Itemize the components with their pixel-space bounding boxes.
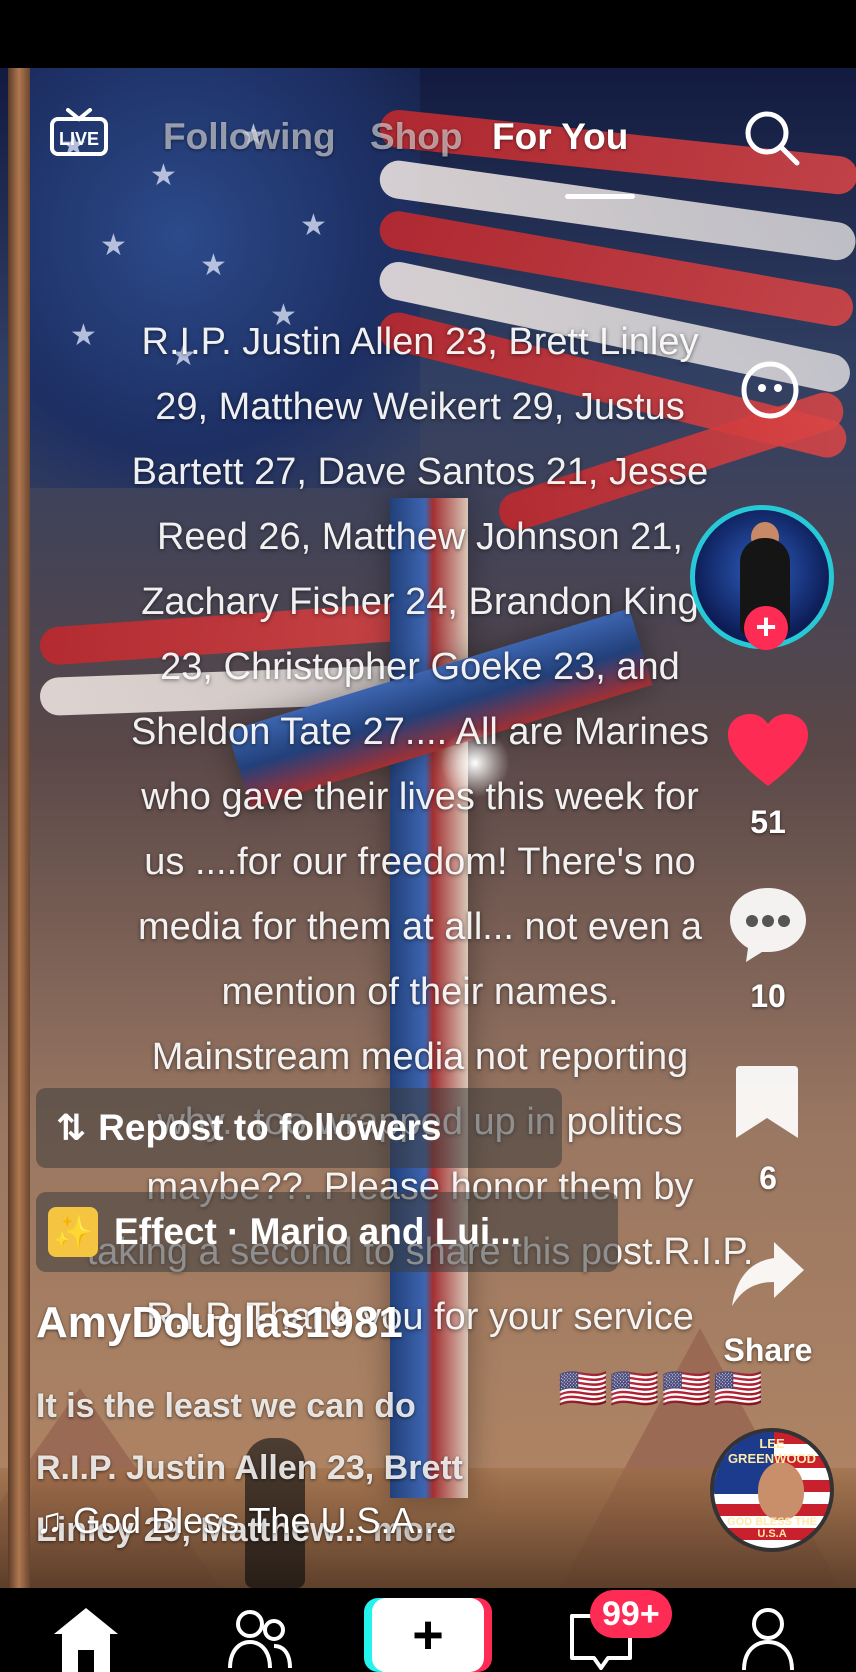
effect-label: Effect · Mario and Lui... xyxy=(114,1211,522,1252)
creator-username[interactable]: AmyDouglas1981 xyxy=(36,1298,403,1348)
share-label: Share xyxy=(723,1332,813,1368)
caption-line: Mainstream media not reporting xyxy=(151,1036,689,1078)
live-icon[interactable]: LIVE xyxy=(50,108,108,156)
description-line: R.I.P. Justin Allen 23, Brett xyxy=(36,1449,464,1487)
create-button[interactable]: + xyxy=(372,1598,484,1672)
effect-sparkle-icon: ✨ xyxy=(48,1207,98,1257)
sound-disc[interactable]: LEE GREENWOOD GOD BLESS THE U.S.A xyxy=(710,1428,834,1552)
sound-name: God Bless The U.S.A.... xyxy=(73,1500,455,1541)
disc-artist-face xyxy=(758,1462,804,1520)
effect-chip[interactable]: ✨ Effect · Mario and Lui... xyxy=(36,1192,618,1272)
profile-icon[interactable] xyxy=(740,1606,796,1672)
bookmark-icon[interactable] xyxy=(734,1064,800,1145)
sound-track[interactable]: ♫ God Bless The U.S.A.... xyxy=(36,1500,455,1542)
caption-line: Reed 26, Matthew Johnson 21, xyxy=(156,516,683,558)
caption-line: mention of their names. xyxy=(221,971,619,1013)
caption-line: Zachary Fisher 24, Brandon King xyxy=(141,581,699,623)
caption-line: who gave their lives this week for xyxy=(141,776,699,818)
caption-line: 29, Matthew Weikert 29, Justus xyxy=(155,386,685,428)
tab-shop[interactable]: Shop xyxy=(370,116,462,158)
status-bar xyxy=(0,0,856,68)
repost-chip[interactable]: ⇅ Repost to followers xyxy=(36,1088,562,1168)
star-icon: ★ xyxy=(300,209,327,242)
caption-line: media for them at all... not even a xyxy=(138,906,702,948)
repost-label: Repost to followers xyxy=(98,1107,442,1148)
disc-label-bottom: GOD BLESS THE U.S.A xyxy=(727,1516,817,1540)
description-line: It is the least we can do xyxy=(36,1387,416,1425)
music-note-icon: ♫ xyxy=(36,1500,63,1541)
live-label: LIVE xyxy=(59,129,99,149)
share-icon[interactable] xyxy=(730,1240,806,1315)
friends-icon[interactable] xyxy=(228,1606,292,1672)
caption-line: R.I.P. Justin Allen 23, Brett Linley xyxy=(141,321,699,363)
caption-line: 23, Christopher Goeke 23, and xyxy=(160,646,680,688)
emoji-icon[interactable] xyxy=(738,358,802,427)
plus-icon: + xyxy=(412,1605,444,1665)
home-icon[interactable] xyxy=(50,1604,122,1672)
star-icon: ★ xyxy=(100,229,127,262)
comment-count: 10 xyxy=(750,978,786,1014)
inbox-badge: 99+ xyxy=(590,1590,672,1638)
flag-pole xyxy=(8,68,30,1588)
like-count: 51 xyxy=(750,804,786,840)
tab-for-you[interactable]: For You xyxy=(492,116,628,158)
repost-icon: ⇅ xyxy=(56,1107,87,1148)
star-icon: ★ xyxy=(200,249,227,282)
caption-line: Bartett 27, Dave Santos 21, Jesse xyxy=(131,451,709,493)
tab-following[interactable]: Following xyxy=(163,116,336,158)
follow-plus-button[interactable]: + xyxy=(744,606,788,650)
disc-label-top: LEE GREENWOOD xyxy=(727,1436,817,1466)
save-count: 6 xyxy=(759,1160,777,1196)
caption-line: us ....for our freedom! There's no xyxy=(144,841,696,883)
comment-icon[interactable] xyxy=(726,884,810,969)
search-icon[interactable] xyxy=(742,108,802,168)
heart-icon[interactable] xyxy=(726,712,810,795)
tab-active-indicator xyxy=(565,194,635,199)
caption-line: Sheldon Tate 27.... All are Marines xyxy=(130,711,710,753)
